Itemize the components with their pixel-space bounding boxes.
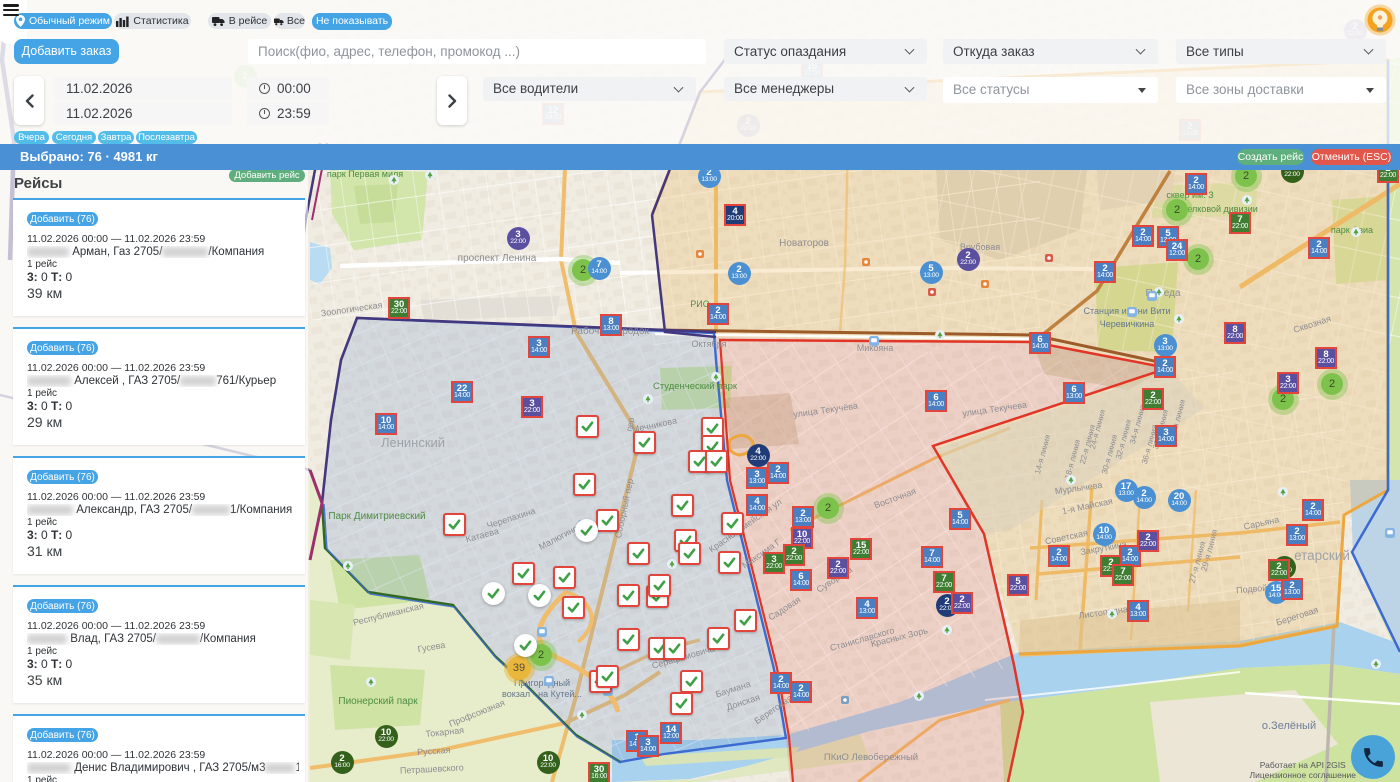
svg-text:Пионерский парк: Пионерский парк	[338, 696, 418, 707]
svg-text:о.Зелёный: о.Зелёный	[1262, 720, 1316, 732]
svg-text:Парк Димитриевский: Парк Димитриевский	[328, 511, 425, 522]
svg-text:ПКиО Левобережный: ПКиО Левобережный	[824, 752, 918, 763]
svg-text:Октября: Октября	[692, 339, 727, 349]
svg-text:Новаторов: Новаторов	[779, 238, 829, 249]
svg-text:Студенческий парк: Студенческий парк	[653, 381, 738, 392]
svg-text:вокзал - на Кутей...: вокзал - на Кутей...	[502, 689, 582, 699]
svg-text:етарский: етарский	[1294, 548, 1350, 563]
svg-text:Ленинский: Ленинский	[381, 435, 445, 450]
svg-text:проспект Ленина: проспект Ленина	[458, 253, 537, 264]
svg-text:Черевичкина: Черевичкина	[1100, 319, 1154, 329]
